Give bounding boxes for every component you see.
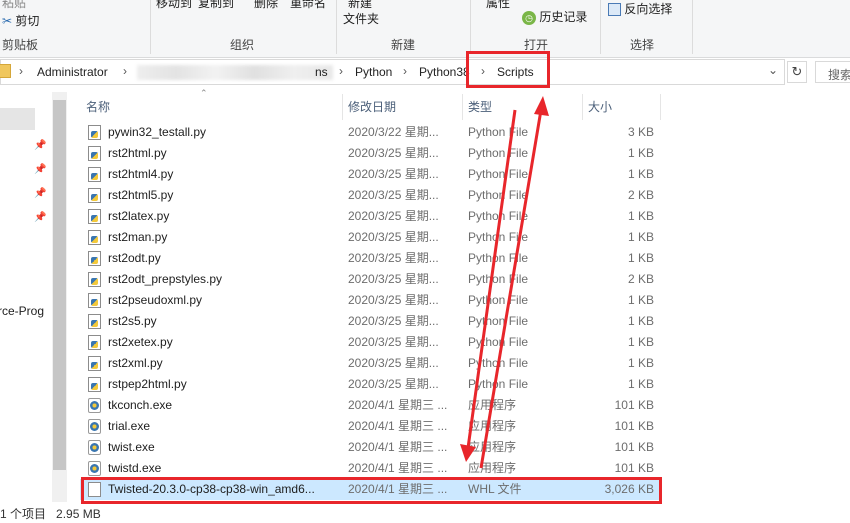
annotation-arrows [460, 96, 549, 469]
annotation-arrowhead-up [534, 96, 549, 116]
annotation-arrowhead-down [460, 444, 476, 462]
